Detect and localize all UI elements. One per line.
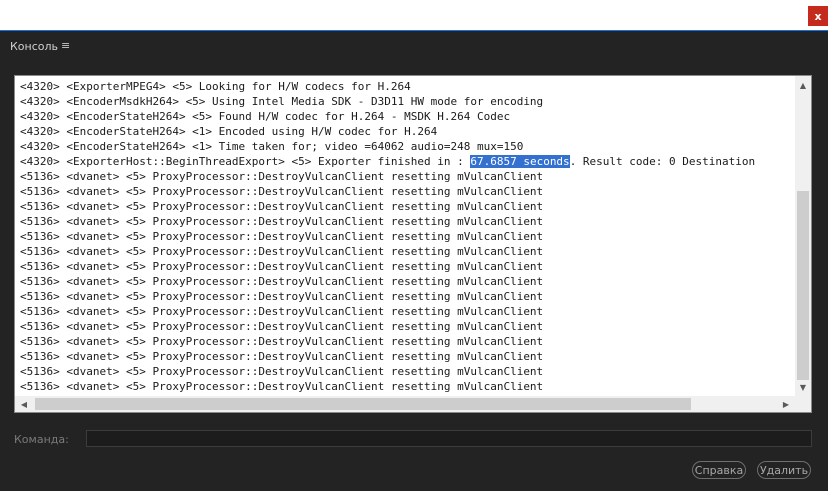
console-line: <4320> <EncoderStateH264> <1> Encoded us… <box>20 125 438 138</box>
selected-text: 67.6857 seconds <box>470 155 570 168</box>
panel-title: Консоль <box>10 40 59 53</box>
command-input[interactable] <box>86 430 812 447</box>
console-line: <5136> <dvanet> <5> ProxyProcessor::Dest… <box>20 170 544 183</box>
horizontal-scroll-thumb[interactable] <box>35 398 691 410</box>
scroll-down-icon[interactable]: ▼ <box>795 380 811 394</box>
console-line: <5136> <dvanet> <5> ProxyProcessor::Dest… <box>20 260 544 273</box>
delete-button[interactable]: Удалить <box>757 461 811 479</box>
console-line: <5136> <dvanet> <5> ProxyProcessor::Dest… <box>20 305 544 318</box>
console-line: <5136> <dvanet> <5> ProxyProcessor::Dest… <box>20 350 544 363</box>
vertical-scroll-thumb[interactable] <box>797 191 809 380</box>
horizontal-scrollbar[interactable]: ◀ ▶ <box>15 396 811 412</box>
console-line: <5136> <dvanet> <5> ProxyProcessor::Dest… <box>20 275 544 288</box>
console-line: <5136> <dvanet> <5> ProxyProcessor::Dest… <box>20 335 544 348</box>
console-line: <5136> <dvanet> <5> ProxyProcessor::Dest… <box>20 245 544 258</box>
console-line: <5136> <dvanet> <5> ProxyProcessor::Dest… <box>20 290 544 303</box>
console-line: <5136> <dvanet> <5> ProxyProcessor::Dest… <box>20 320 544 333</box>
panel-menu-icon[interactable]: ≡ <box>61 39 70 52</box>
console-line: <5136> <dvanet> <5> ProxyProcessor::Dest… <box>20 200 544 213</box>
console-line: <4320> <EncoderMsdkH264> <5> Using Intel… <box>20 95 544 108</box>
console-log[interactable]: <4320> <ExporterMPEG4> <5> Looking for H… <box>20 79 795 394</box>
help-button[interactable]: Справка <box>692 461 746 479</box>
console-line: <5136> <dvanet> <5> ProxyProcessor::Dest… <box>20 185 544 198</box>
console-line: <5136> <dvanet> <5> ProxyProcessor::Dest… <box>20 230 544 243</box>
window-title-bar: x <box>0 0 828 31</box>
command-label: Команда: <box>14 433 69 446</box>
vertical-scrollbar[interactable]: ▲ ▼ <box>795 76 811 396</box>
panel-header: Консоль ≡ <box>0 31 828 61</box>
console-line: <4320> <EncoderStateH264> <1> Time taken… <box>20 140 524 153</box>
console-line: <4320> <EncoderStateH264> <5> Found H/W … <box>20 110 511 123</box>
console-line: <4320> <ExporterMPEG4> <5> Looking for H… <box>20 80 411 93</box>
console-output-area[interactable]: <4320> <ExporterMPEG4> <5> Looking for H… <box>14 75 812 413</box>
console-line: <5136> <dvanet> <5> ProxyProcessor::Dest… <box>20 380 544 393</box>
scroll-left-icon[interactable]: ◀ <box>17 396 31 412</box>
console-line: <4320> <ExporterHost::BeginThreadExport>… <box>20 155 756 168</box>
scroll-up-icon[interactable]: ▲ <box>795 78 811 92</box>
scroll-right-icon[interactable]: ▶ <box>779 396 793 412</box>
close-button[interactable]: x <box>808 6 828 26</box>
console-line: <5136> <dvanet> <5> ProxyProcessor::Dest… <box>20 365 544 378</box>
console-line: <5136> <dvanet> <5> ProxyProcessor::Dest… <box>20 215 544 228</box>
